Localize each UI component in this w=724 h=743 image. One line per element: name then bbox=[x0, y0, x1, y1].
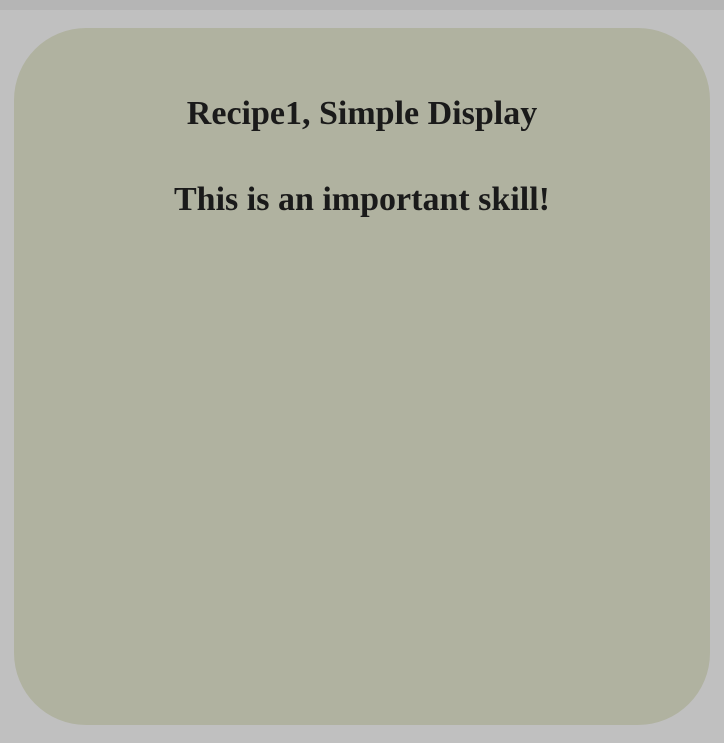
page-subtitle: This is an important skill! bbox=[174, 181, 550, 218]
top-strip bbox=[0, 0, 724, 10]
page-title: Recipe1, Simple Display bbox=[186, 95, 538, 132]
